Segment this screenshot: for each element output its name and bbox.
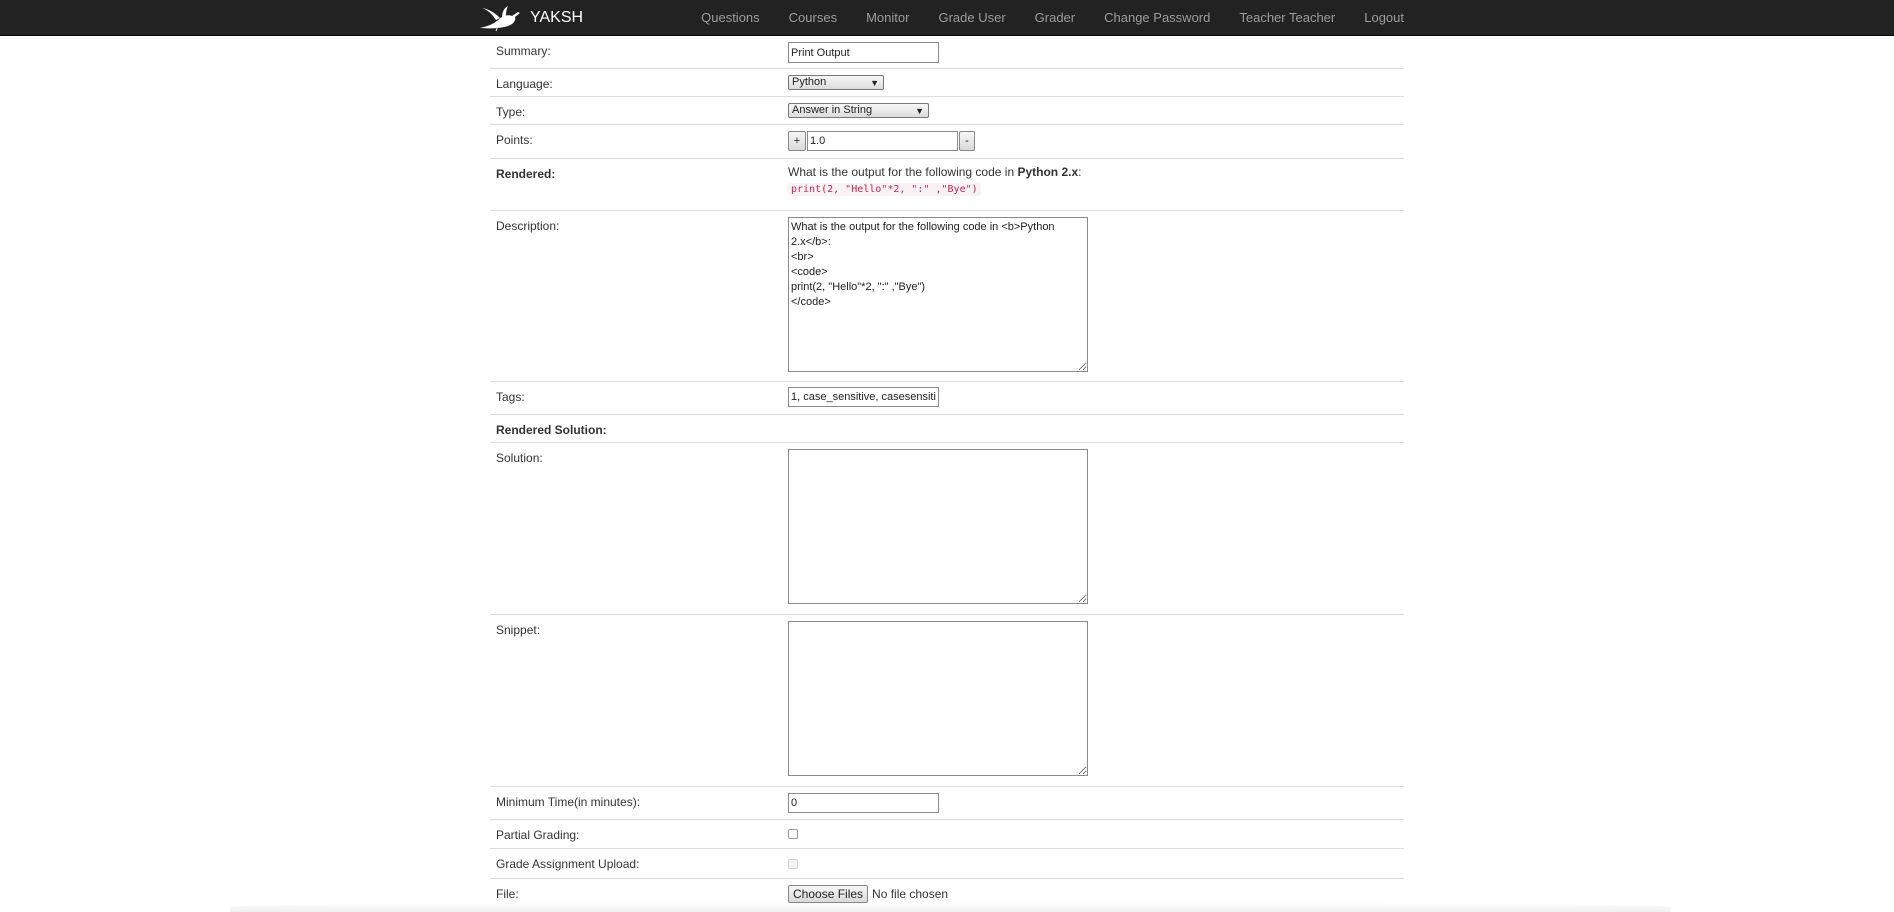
rendered-preview: What is the output for the following cod… bbox=[788, 164, 1082, 198]
solution-label: Solution: bbox=[496, 451, 543, 465]
type-row: Type: Answer in String ▼ bbox=[490, 97, 1404, 125]
summary-label: Summary: bbox=[496, 44, 551, 58]
tags-row: Tags: bbox=[490, 382, 1404, 415]
type-select[interactable]: Answer in String ▼ bbox=[788, 103, 929, 118]
description-label: Description: bbox=[496, 219, 560, 233]
file-label: File: bbox=[496, 887, 519, 901]
solution-row: Solution: bbox=[490, 443, 1404, 615]
nav-logout[interactable]: Logout bbox=[1335, 0, 1404, 36]
partial-grading-row: Partial Grading: bbox=[490, 820, 1404, 849]
crane-logo-icon bbox=[480, 6, 520, 32]
nav-change-password[interactable]: Change Password bbox=[1075, 0, 1210, 36]
rendered-bold: Python 2.x bbox=[1017, 165, 1079, 179]
min-time-label: Minimum Time(in minutes): bbox=[496, 795, 641, 809]
choose-files-button[interactable]: Choose Files bbox=[788, 885, 869, 903]
points-decrement-button[interactable]: - bbox=[959, 131, 975, 151]
points-stepper: + - bbox=[788, 131, 975, 151]
language-select[interactable]: Python ▼ bbox=[788, 75, 884, 90]
language-label: Language: bbox=[496, 77, 553, 91]
top-navbar: YAKSH Questions Courses Monitor Grade Us… bbox=[0, 0, 1894, 36]
snippet-label: Snippet: bbox=[496, 623, 541, 637]
file-status: No file chosen bbox=[872, 887, 949, 901]
solution-textarea[interactable] bbox=[788, 449, 1088, 604]
nav-questions[interactable]: Questions bbox=[701, 0, 760, 36]
nav-user-name[interactable]: Teacher Teacher bbox=[1210, 0, 1335, 36]
nav-monitor[interactable]: Monitor bbox=[837, 0, 909, 36]
description-row: Description: What is the output for the … bbox=[490, 211, 1404, 382]
brand-name: YAKSH bbox=[530, 9, 584, 26]
rendered-solution-label: Rendered Solution: bbox=[496, 423, 607, 437]
grade-assignment-row: Grade Assignment Upload: bbox=[490, 849, 1404, 879]
nav-grader[interactable]: Grader bbox=[1006, 0, 1075, 36]
rendered-text-before: What is the output for the following cod… bbox=[788, 165, 1018, 179]
tags-input[interactable] bbox=[788, 387, 939, 407]
min-time-row: Minimum Time(in minutes): bbox=[490, 787, 1404, 820]
description-textarea[interactable]: What is the output for the following cod… bbox=[788, 217, 1088, 372]
partial-grading-checkbox[interactable] bbox=[788, 829, 798, 839]
rendered-label: Rendered: bbox=[496, 167, 556, 181]
question-form: Summary: Language: Python ▼ Type: Answer… bbox=[490, 36, 1404, 909]
points-increment-button[interactable]: + bbox=[788, 131, 806, 151]
rendered-text-after: : bbox=[1078, 165, 1082, 179]
nav-grade-user[interactable]: Grade User bbox=[909, 0, 1005, 36]
partial-grading-label: Partial Grading: bbox=[496, 828, 580, 842]
grade-assignment-checkbox[interactable] bbox=[788, 859, 798, 869]
rendered-row: Rendered: What is the output for the fol… bbox=[490, 159, 1404, 211]
nav-courses[interactable]: Courses bbox=[760, 0, 837, 36]
type-selected: Answer in String bbox=[792, 104, 873, 116]
snippet-textarea[interactable] bbox=[788, 621, 1088, 776]
summary-row: Summary: bbox=[490, 36, 1404, 69]
points-label: Points: bbox=[496, 133, 533, 147]
language-selected: Python bbox=[792, 76, 827, 88]
chevron-down-icon: ▼ bbox=[915, 106, 924, 116]
snippet-row: Snippet: bbox=[490, 615, 1404, 787]
rendered-solution-row: Rendered Solution: bbox=[490, 415, 1404, 443]
points-row: Points: + - bbox=[490, 125, 1404, 159]
file-upload: Choose Files No file chosen bbox=[788, 885, 948, 903]
nav-menu: Questions Courses Monitor Grade User Gra… bbox=[701, 0, 1404, 36]
brand-link[interactable]: YAKSH bbox=[478, 0, 583, 36]
tags-label: Tags: bbox=[496, 390, 525, 404]
type-label: Type: bbox=[496, 105, 526, 119]
grade-assignment-label: Grade Assignment Upload: bbox=[496, 857, 640, 871]
summary-input[interactable] bbox=[788, 42, 939, 63]
rendered-code: print(2, "Hello"*2, ":" ,"Bye") bbox=[788, 183, 981, 196]
min-time-input[interactable] bbox=[788, 793, 939, 813]
chevron-down-icon: ▼ bbox=[870, 78, 879, 88]
page-bottom-shadow bbox=[230, 902, 1670, 912]
language-row: Language: Python ▼ bbox=[490, 69, 1404, 97]
points-input[interactable] bbox=[807, 131, 958, 151]
